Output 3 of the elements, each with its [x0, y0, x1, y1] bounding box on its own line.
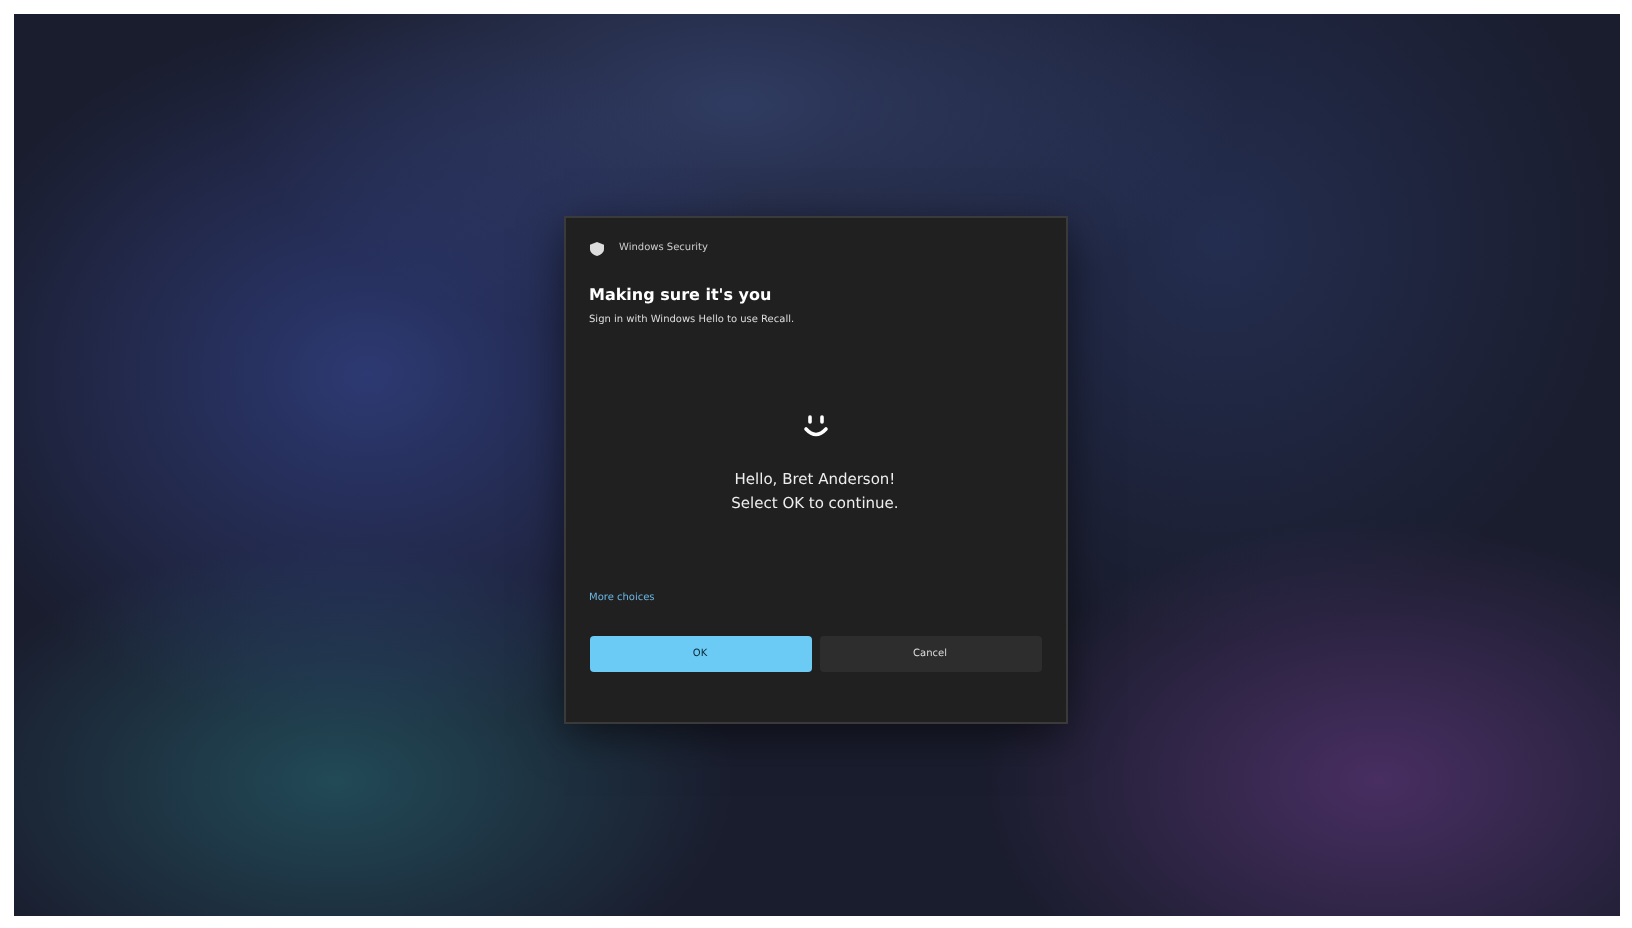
dialog-heading: Making sure it's you [589, 286, 774, 304]
shield-icon [589, 241, 603, 255]
smiley-face-icon [801, 414, 829, 440]
